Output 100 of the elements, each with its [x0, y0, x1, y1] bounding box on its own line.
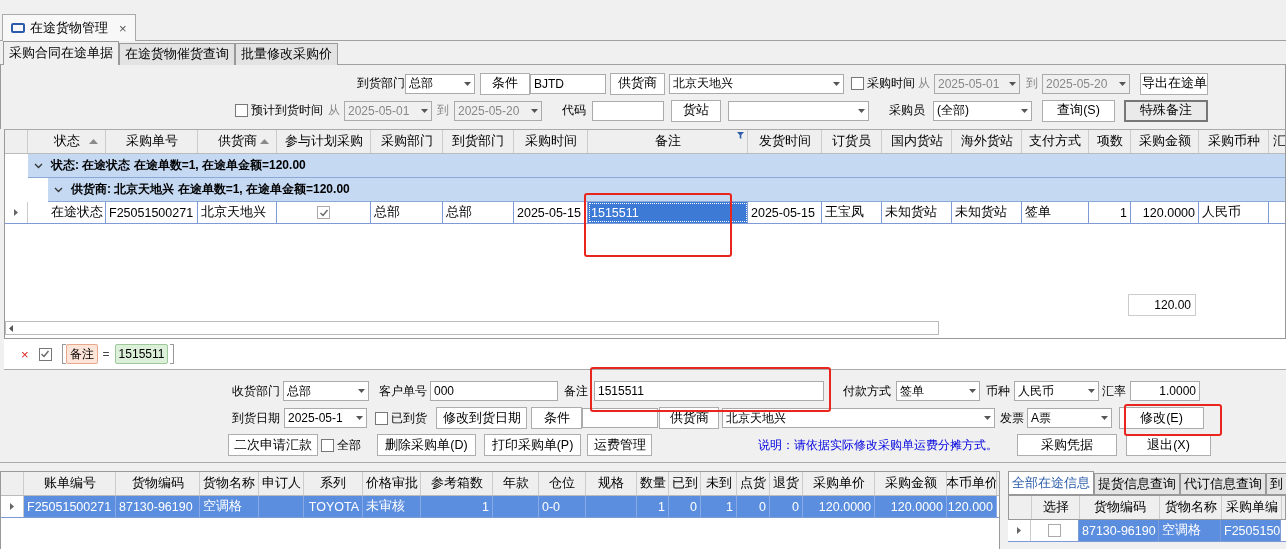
remove-filter-icon[interactable]: × [21, 346, 29, 362]
dropdown-arrow-icon[interactable] [858, 108, 865, 113]
checkbox[interactable] [321, 438, 334, 452]
column-header[interactable]: 货物编码 [1080, 496, 1160, 519]
chevron-icon[interactable] [54, 186, 63, 193]
dropdown-arrow-icon[interactable] [969, 389, 976, 393]
table-cell[interactable]: 王宝凤 [822, 202, 882, 223]
column-header[interactable]: 采购币种 [1199, 130, 1269, 153]
supplier-button[interactable]: 供货商 [610, 72, 665, 95]
column-header[interactable]: 到货部门 [443, 130, 514, 153]
freight-button[interactable]: 运费管理 [587, 434, 652, 456]
chevron-icon[interactable] [34, 162, 43, 169]
tab[interactable]: 在途货物催货查询 [119, 43, 235, 65]
dropdown-arrow-icon[interactable] [356, 416, 363, 420]
modify-button[interactable]: 修改(E) [1119, 407, 1204, 429]
column-header[interactable]: 状态 [28, 130, 106, 153]
table-cell[interactable]: 未知货站 [882, 202, 952, 223]
buyer-dropdown[interactable]: (全部) [933, 100, 1032, 121]
column-header[interactable]: 数量 [637, 472, 669, 495]
tab[interactable]: 到 [1266, 473, 1286, 495]
special-remark-button[interactable]: 特殊备注 [1124, 99, 1208, 122]
condition-button[interactable]: 条件 [531, 407, 582, 429]
column-header[interactable]: 发货时间 [748, 130, 822, 153]
supplier-dropdown[interactable]: 北京天地兴 [669, 73, 844, 94]
column-header[interactable]: 退货 [770, 472, 803, 495]
column-header[interactable]: 仓位 [539, 472, 586, 495]
column-header[interactable]: 订货员 [822, 130, 882, 153]
remittance-button[interactable]: 二次申请汇款 [228, 434, 318, 456]
dropdown-arrow-icon[interactable] [464, 81, 471, 86]
dropdown-arrow-icon[interactable] [1088, 389, 1095, 393]
remark-field[interactable]: 1515511 [594, 381, 824, 401]
dropdown-arrow-icon[interactable] [984, 416, 991, 420]
checkbox[interactable] [317, 206, 330, 219]
table-cell[interactable]: 北京天地兴 [198, 202, 277, 223]
dropdown-arrow-icon[interactable] [421, 108, 428, 113]
column-header[interactable]: 采购部门 [371, 130, 443, 153]
rate-field[interactable]: 1.0000 [1130, 381, 1200, 401]
column-header[interactable]: 已到 [669, 472, 701, 495]
column-header[interactable]: 汇 [1269, 130, 1285, 153]
exit-button[interactable]: 退出(X) [1126, 434, 1211, 456]
dropdown-arrow-icon[interactable] [833, 81, 840, 86]
column-header[interactable]: 采购单价 [803, 472, 875, 495]
export-button[interactable]: 导出在途单 [1140, 72, 1208, 95]
table-cell[interactable] [586, 496, 637, 517]
tab[interactable]: 批量修改采购价 [235, 43, 338, 65]
column-header[interactable]: 参考箱数 [421, 472, 493, 495]
column-header[interactable]: 货物名称 [1160, 496, 1222, 519]
tab[interactable]: 采购合同在途单据 [3, 41, 119, 65]
column-header[interactable]: 年款 [493, 472, 539, 495]
table-cell[interactable]: 1515511 [588, 202, 748, 223]
column-header[interactable]: 采购单编 [1222, 496, 1282, 519]
table-cell[interactable]: 签单 [1022, 202, 1089, 223]
date-picker[interactable]: 2025-05-1 [284, 408, 367, 428]
customer-number-field[interactable]: 000 [430, 381, 558, 401]
condition-button[interactable]: 条件 [480, 72, 530, 95]
station-button[interactable]: 货站 [671, 99, 721, 122]
delete-button[interactable]: 删除采购单(D) [377, 434, 476, 456]
checkbox[interactable] [851, 77, 864, 90]
checkbox[interactable] [1048, 524, 1061, 537]
column-header[interactable]: 系列 [304, 472, 363, 495]
column-header[interactable]: 采购金额 [875, 472, 947, 495]
column-header[interactable]: 采购金额 [1131, 130, 1199, 153]
query-button[interactable]: 查询(S) [1042, 99, 1115, 122]
column-header[interactable]: 货物名称 [200, 472, 259, 495]
dropdown-arrow-icon[interactable] [1119, 81, 1126, 86]
invoice-dropdown[interactable]: A票 [1027, 408, 1112, 428]
condition-field[interactable]: BJTD [530, 73, 606, 94]
dropdown-arrow-icon[interactable] [1021, 108, 1028, 113]
filter-operator[interactable]: = [102, 347, 110, 361]
scroll-left-arrow-icon[interactable] [9, 324, 13, 332]
column-header[interactable]: 采购单号 [106, 130, 198, 153]
column-header[interactable]: 选择 [1032, 496, 1080, 519]
filter-value[interactable]: 1515511 [114, 344, 169, 364]
supplier-button[interactable]: 供货商 [659, 407, 719, 429]
tab[interactable]: 代订信息查询 [1180, 473, 1266, 495]
column-header[interactable]: 供货商 [198, 130, 277, 153]
dropdown-arrow-icon[interactable] [1009, 81, 1016, 86]
column-header[interactable]: 参与计划采购 [277, 130, 371, 153]
column-header[interactable]: 申订人 [259, 472, 304, 495]
horizontal-scrollbar[interactable] [5, 321, 939, 335]
print-button[interactable]: 打印采购单(P) [484, 434, 581, 456]
dropdown-arrow-icon[interactable] [358, 389, 365, 393]
column-header[interactable]: 账单编号 [24, 472, 116, 495]
supplier-dropdown[interactable]: 北京天地兴 [722, 408, 995, 428]
column-header[interactable]: 项数 [1089, 130, 1131, 153]
currency-dropdown[interactable]: 人民币 [1014, 381, 1099, 401]
tab[interactable]: 全部在途信息 [1008, 471, 1094, 495]
table-cell[interactable] [259, 496, 304, 517]
dropdown-arrow-icon[interactable] [531, 108, 538, 113]
code-field[interactable] [592, 100, 664, 121]
column-header[interactable]: 规格 [586, 472, 637, 495]
filter-field[interactable]: 备注 [65, 344, 98, 364]
group-row[interactable]: 状态: 在途状态 在途单数=1, 在途单金额=120.00 [28, 154, 1285, 178]
table-cell[interactable]: 2025-05-15 [748, 202, 822, 223]
tab[interactable]: 提货信息查询 [1094, 473, 1180, 495]
table-cell[interactable]: F25051500271 [106, 202, 198, 223]
dropdown-arrow-icon[interactable] [1101, 416, 1108, 420]
column-header[interactable]: 备注 [588, 130, 748, 153]
payment-dropdown[interactable]: 签单 [896, 381, 980, 401]
table-cell[interactable]: 在途状态 [48, 202, 106, 223]
